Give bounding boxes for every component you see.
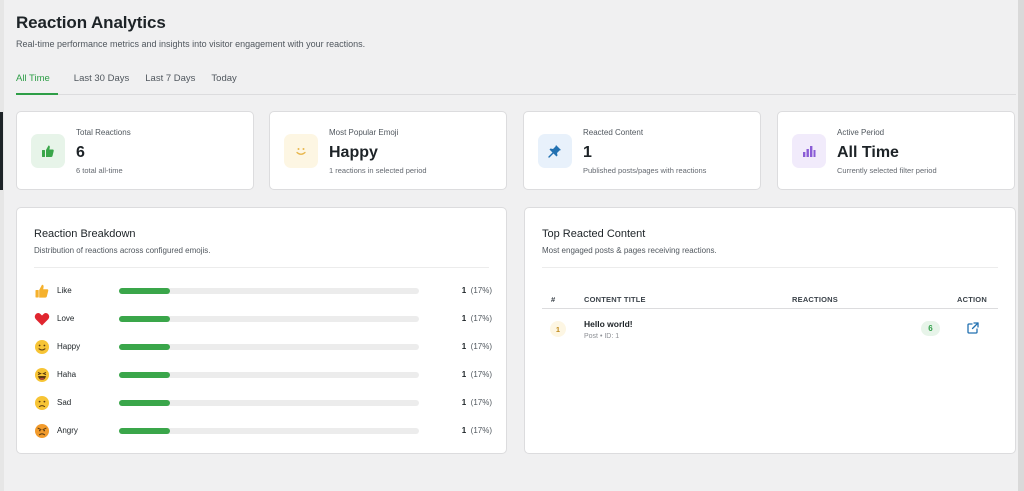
panel-title: Reaction Breakdown <box>34 228 136 240</box>
page-title: Reaction Analytics <box>16 13 166 32</box>
reaction-name: Happy <box>57 342 81 351</box>
reaction-count: 1 (17%) <box>462 286 492 295</box>
top-reacted-content-panel: Top Reacted Content Most engaged posts &… <box>524 207 1016 454</box>
stat-sub: 1 reactions in selected period <box>329 166 427 175</box>
heart-emoji-icon <box>34 312 50 326</box>
stat-value: 6 <box>76 144 85 161</box>
reactions-count-badge: 6 <box>921 321 940 336</box>
left-edge-marker <box>0 112 3 190</box>
divider <box>542 267 998 268</box>
count-percent: (17%) <box>470 342 492 351</box>
reaction-name: Sad <box>57 398 72 407</box>
progress-fill <box>119 372 170 378</box>
column-header-action: ACTION <box>957 295 987 304</box>
stat-sub: Currently selected filter period <box>837 166 937 175</box>
smiling-face-emoji-icon <box>35 340 49 354</box>
stat-label: Active Period <box>837 128 885 137</box>
breakdown-row: Haha 1 (17%) <box>34 366 492 384</box>
content-title-link[interactable]: Hello world! <box>584 319 633 329</box>
tab-today[interactable]: Today <box>203 73 244 95</box>
count-value: 1 <box>461 426 467 435</box>
stat-sub: 6 total all-time <box>76 166 123 175</box>
count-value: 1 <box>461 398 467 407</box>
reaction-count: 1 (17%) <box>462 314 492 323</box>
progress-track <box>119 400 419 406</box>
count-value: 1 <box>461 370 467 379</box>
count-value: 1 <box>461 286 467 295</box>
reaction-name: Love <box>57 314 75 323</box>
column-header-rank: # <box>551 295 556 304</box>
stat-card-total-reactions: Total Reactions 6 6 total all-time <box>16 111 254 190</box>
progress-track <box>119 344 419 350</box>
tab-last-30-days[interactable]: Last 30 Days <box>66 73 137 95</box>
reaction-breakdown-panel: Reaction Breakdown Distribution of react… <box>16 207 507 454</box>
stat-card-reacted-content: Reacted Content 1 Published posts/pages … <box>523 111 761 190</box>
count-percent: (17%) <box>470 370 492 379</box>
progress-fill <box>119 344 170 350</box>
column-header-content-title: CONTENT TITLE <box>584 295 646 304</box>
page-subtitle: Real-time performance metrics and insigh… <box>16 39 366 49</box>
reaction-count: 1 (17%) <box>462 370 492 379</box>
content-meta: Post • ID: 1 <box>584 333 620 340</box>
progress-fill <box>119 428 170 434</box>
reaction-name: Angry <box>57 426 78 435</box>
reaction-count: 1 (17%) <box>462 342 492 351</box>
progress-track <box>119 428 419 434</box>
reaction-name: Like <box>57 286 72 295</box>
count-percent: (17%) <box>470 286 492 295</box>
stats-row: Total Reactions 6 6 total all-time Most … <box>16 111 1016 191</box>
progress-fill <box>119 316 170 322</box>
progress-track <box>119 316 419 322</box>
tab-last-7-days[interactable]: Last 7 Days <box>137 73 203 95</box>
count-percent: (17%) <box>470 426 492 435</box>
reaction-name: Haha <box>57 370 77 379</box>
scrollbar-track[interactable] <box>1018 0 1024 491</box>
count-percent: (17%) <box>470 314 492 323</box>
panel-subtitle: Most engaged posts & pages receiving rea… <box>542 246 717 255</box>
table-header-divider <box>542 308 998 309</box>
bar-chart-icon <box>792 134 826 168</box>
reaction-count: 1 (17%) <box>462 426 492 435</box>
stat-sub: Published posts/pages with reactions <box>583 166 707 175</box>
panel-title: Top Reacted Content <box>542 228 646 240</box>
breakdown-row: Happy 1 (17%) <box>34 338 492 356</box>
count-value: 1 <box>461 314 467 323</box>
progress-fill <box>119 400 170 406</box>
column-header-reactions: REACTIONS <box>792 295 838 304</box>
divider <box>34 267 489 268</box>
sad-face-emoji-icon <box>35 396 49 410</box>
laughing-face-emoji-icon <box>35 368 49 382</box>
progress-track <box>119 288 419 294</box>
count-value: 1 <box>461 342 467 351</box>
tab-all-time[interactable]: All Time <box>16 73 58 95</box>
external-link-icon[interactable] <box>967 322 979 334</box>
stat-label: Most Popular Emoji <box>329 128 399 137</box>
progress-fill <box>119 288 170 294</box>
progress-track <box>119 372 419 378</box>
stat-card-most-popular-emoji: Most Popular Emoji Happy 1 reactions in … <box>269 111 507 190</box>
stat-label: Total Reactions <box>76 128 131 137</box>
smiley-icon <box>284 134 318 168</box>
period-tabs: All Time Last 30 Days Last 7 Days Today <box>16 73 1016 95</box>
thumbs-up-icon <box>31 134 65 168</box>
left-edge <box>0 0 4 491</box>
breakdown-row: Like 1 (17%) <box>34 282 492 300</box>
stat-value: Happy <box>329 144 378 161</box>
stat-value: All Time <box>837 144 899 161</box>
breakdown-row: Love 1 (17%) <box>34 310 492 328</box>
pin-icon <box>538 134 572 168</box>
panel-subtitle: Distribution of reactions across configu… <box>34 246 211 255</box>
breakdown-row: Angry 1 (17%) <box>34 422 492 440</box>
rank-badge: 1 <box>550 321 566 337</box>
count-percent: (17%) <box>470 398 492 407</box>
breakdown-row: Sad 1 (17%) <box>34 394 492 412</box>
thumbs-up-emoji-icon <box>35 284 49 298</box>
stat-label: Reacted Content <box>583 128 644 137</box>
stat-value: 1 <box>583 144 592 161</box>
reaction-count: 1 (17%) <box>462 398 492 407</box>
angry-face-emoji-icon <box>35 424 49 438</box>
stat-card-active-period: Active Period All Time Currently selecte… <box>777 111 1015 190</box>
